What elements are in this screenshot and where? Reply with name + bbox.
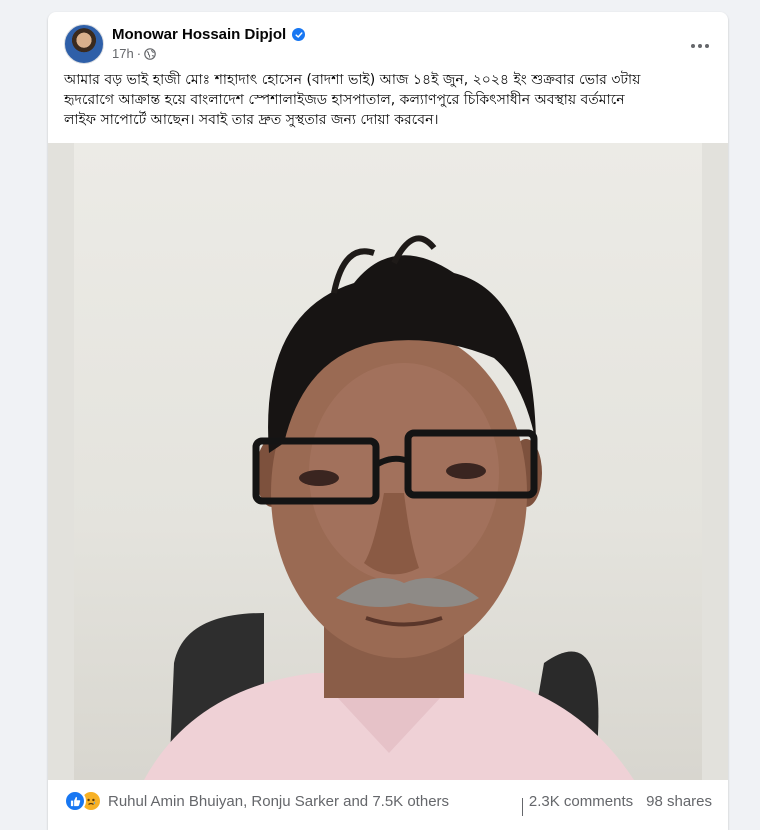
- post-message: আমার বড় ভাই হাজী মোঃ শাহাদাৎ হোসেন (বাদ…: [64, 72, 641, 128]
- globe-icon[interactable]: [144, 47, 156, 60]
- meta-separator: ·: [136, 46, 142, 61]
- like-icon: [64, 790, 86, 812]
- reaction-icons: [64, 790, 102, 812]
- post-footer: Ruhul Amin Bhuiyan, Ronju Sarker and 7.5…: [48, 780, 728, 830]
- shares-count-link[interactable]: 98 shares: [646, 793, 712, 810]
- portrait-illustration: [144, 235, 634, 780]
- post-card: Monowar Hossain Dipjol 17h · আমার বড় ভা…: [48, 12, 728, 830]
- comments-count-link[interactable]: 2.3K comments: [529, 793, 633, 810]
- post-photo[interactable]: [48, 143, 728, 780]
- more-options-button[interactable]: [682, 28, 718, 64]
- author-row: Monowar Hossain Dipjol: [112, 26, 306, 43]
- more-options-icon: [691, 44, 709, 48]
- author-avatar[interactable]: [64, 24, 104, 64]
- reactions-text: Ruhul Amin Bhuiyan, Ronju Sarker and 7.5…: [108, 792, 450, 810]
- reactions-summary[interactable]: Ruhul Amin Bhuiyan, Ronju Sarker and 7.5…: [64, 790, 449, 812]
- post-timestamp[interactable]: 17h: [112, 46, 134, 61]
- photo-content: [74, 143, 702, 780]
- author-name[interactable]: Monowar Hossain Dipjol: [112, 26, 286, 43]
- verified-badge-icon: [292, 28, 306, 41]
- post-meta: 17h ·: [112, 46, 156, 61]
- footer-divider: [522, 798, 523, 816]
- post-header: Monowar Hossain Dipjol 17h ·: [64, 24, 712, 64]
- post-stats: 2.3K comments 98 shares: [529, 793, 712, 810]
